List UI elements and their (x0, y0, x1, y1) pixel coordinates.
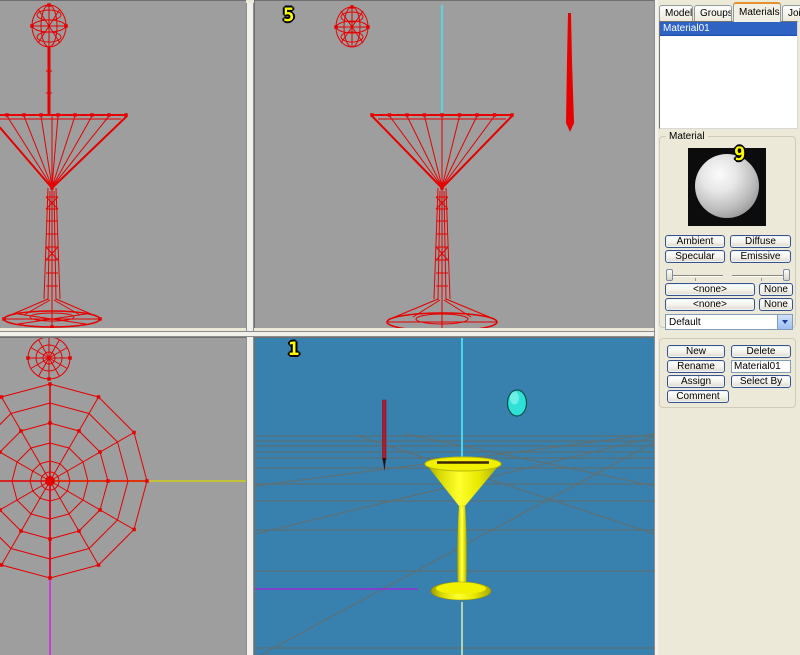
emissive-button[interactable]: Emissive (730, 250, 791, 263)
tab-groups[interactable]: Groups (694, 5, 732, 22)
tab-materials[interactable]: Materials (733, 2, 781, 22)
assign-button[interactable]: Assign (667, 375, 725, 388)
slider-thumb[interactable] (783, 269, 790, 281)
perspective-viewport[interactable]: 1 (254, 337, 654, 655)
front-wireframe-martini (0, 1, 246, 328)
materials-list[interactable]: Material01 (659, 21, 798, 129)
texture-none-button[interactable]: <none> (665, 283, 755, 296)
ambient-button[interactable]: Ambient (665, 235, 725, 248)
panel-tabs: Model Groups Materials Joints (659, 2, 800, 22)
material-name-input[interactable] (731, 360, 791, 373)
side-wireframe-martini (255, 1, 654, 328)
top-wireframe-martini (0, 338, 246, 655)
slider-track (666, 275, 723, 276)
side-viewport[interactable]: 5 (254, 0, 654, 328)
material-actions-groupbox: New Delete Rename Assign Select By Comme… (659, 338, 796, 408)
front-viewport[interactable] (0, 0, 246, 328)
new-button[interactable]: New (667, 345, 725, 358)
viewport-splitter-horizontal[interactable] (0, 331, 654, 337)
perspective-scene (255, 338, 654, 655)
diffuse-button[interactable]: Diffuse (730, 235, 791, 248)
alpha-slot-row: <none> None (660, 298, 795, 311)
transparency-slider[interactable] (732, 269, 790, 281)
slider-track (732, 275, 790, 276)
dropdown-arrow-button[interactable] (777, 315, 792, 329)
shininess-slider[interactable] (666, 269, 723, 281)
material-preview-sphere (695, 154, 759, 218)
milkshape-window: 5 (0, 0, 800, 655)
slider-tick (695, 278, 696, 281)
materials-panel: Model Groups Materials Joints Material01… (658, 0, 800, 655)
select-by-button[interactable]: Select By (731, 375, 791, 388)
tab-joints[interactable]: Joints (782, 5, 800, 22)
annotation-step-5: 5 (283, 6, 294, 25)
shader-dropdown-value: Default (666, 317, 777, 328)
blade-mesh (383, 400, 387, 471)
tab-model[interactable]: Model (659, 5, 693, 22)
chevron-down-icon (782, 320, 788, 324)
top-viewport[interactable] (0, 337, 246, 655)
alpha-none-button[interactable]: <none> (665, 298, 755, 311)
material-preview: 9 (688, 148, 766, 226)
sphere-mesh (508, 390, 527, 416)
specular-button[interactable]: Specular (665, 250, 725, 263)
viewport-splitter-vertical[interactable] (246, 3, 254, 655)
material-groupbox: Material 9 Ambient Diffuse Specular Emis… (659, 136, 796, 328)
alpha-clear-button[interactable]: None (759, 298, 793, 311)
slider-thumb[interactable] (666, 269, 673, 281)
material-group-label: Material (666, 131, 708, 142)
texture-clear-button[interactable]: None (759, 283, 793, 296)
rename-button[interactable]: Rename (667, 360, 725, 373)
materials-list-item-selected[interactable]: Material01 (660, 22, 797, 36)
texture-slot-row: <none> None (660, 283, 795, 296)
comment-button[interactable]: Comment (667, 390, 729, 403)
slider-tick (761, 278, 762, 281)
delete-button[interactable]: Delete (731, 345, 791, 358)
shader-dropdown[interactable]: Default (665, 314, 793, 330)
annotation-step-1: 1 (288, 340, 299, 359)
annotation-step-9: 9 (734, 145, 745, 164)
